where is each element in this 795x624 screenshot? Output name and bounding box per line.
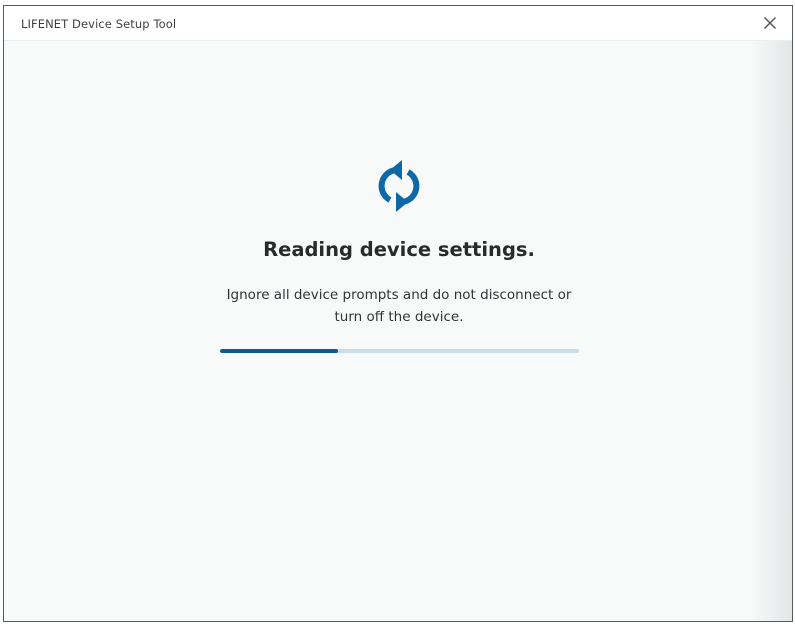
content-area: Reading device settings. Ignore all devi… xyxy=(4,41,792,621)
window-title: LIFENET Device Setup Tool xyxy=(21,17,177,31)
status-heading: Reading device settings. xyxy=(263,238,535,261)
setup-tool-window: LIFENET Device Setup Tool Reading device… xyxy=(3,5,793,622)
close-icon xyxy=(764,17,776,29)
status-message: Ignore all device prompts and do not dis… xyxy=(226,287,572,325)
close-button[interactable] xyxy=(758,11,782,35)
sync-icon xyxy=(378,160,420,212)
title-bar: LIFENET Device Setup Tool xyxy=(4,6,792,41)
progress-bar xyxy=(220,349,579,353)
progress-fill xyxy=(220,349,339,353)
